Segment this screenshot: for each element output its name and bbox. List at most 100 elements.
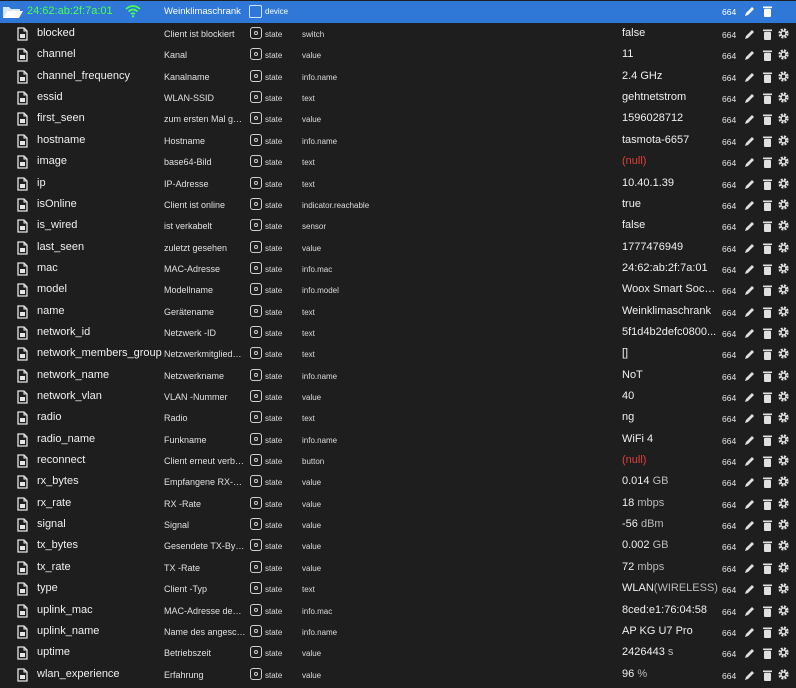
state-value[interactable]: (null) [622, 454, 718, 466]
pencil-icon[interactable] [743, 156, 756, 169]
state-row[interactable]: radio Radio state text ng 664 [0, 408, 796, 429]
state-row[interactable]: uplink_mac MAC-Adresse des Uplinks state in… [0, 601, 796, 622]
pencil-icon[interactable] [743, 92, 756, 105]
trash-icon[interactable] [761, 540, 774, 553]
state-value[interactable]: true [622, 198, 718, 210]
pencil-icon[interactable] [743, 519, 756, 532]
state-value[interactable]: 0.002 GB [622, 539, 718, 551]
gear-icon[interactable] [777, 112, 790, 125]
state-row[interactable]: uplink_name Name des angeschlossenen Upli… [0, 622, 796, 643]
state-row[interactable]: name Gerätename state text Weinklimaschrank 6… [0, 302, 796, 323]
state-value[interactable]: 5f1d4b2defc0800... [622, 326, 718, 338]
state-row[interactable]: signal Signal state value -56 dBm 664 [0, 515, 796, 536]
pencil-icon[interactable] [743, 583, 756, 596]
state-value[interactable]: gehtnetstrom [622, 91, 718, 103]
state-row[interactable]: rx_rate RX -Rate state value 18 mbps 664 [0, 494, 796, 515]
gear-icon[interactable] [777, 219, 790, 232]
gear-icon[interactable] [777, 475, 790, 488]
gear-icon[interactable] [777, 390, 790, 403]
state-value[interactable]: 10.40.1.39 [622, 177, 718, 189]
trash-icon[interactable] [761, 669, 774, 682]
pencil-icon[interactable] [743, 434, 756, 447]
state-row[interactable]: network_members_group Netzwerkmitgliederg… [0, 344, 796, 365]
state-row[interactable]: network_vlan VLAN -Nummer state value 40 664 [0, 387, 796, 408]
state-row[interactable]: channel_frequency Kanalname state info.name… [0, 67, 796, 88]
pencil-icon[interactable] [743, 284, 756, 297]
trash-icon[interactable] [761, 178, 774, 191]
state-value[interactable]: (null) [622, 155, 718, 167]
state-value[interactable]: 11 [622, 48, 718, 60]
state-value[interactable]: 40 [622, 390, 718, 402]
trash-icon[interactable] [761, 284, 774, 297]
trash-icon[interactable] [761, 92, 774, 105]
state-row[interactable]: tx_bytes Gesendete TX-Bytes state value 0.00… [0, 536, 796, 557]
folder-open-icon[interactable] [2, 5, 24, 19]
gear-icon[interactable] [777, 369, 790, 382]
state-row[interactable]: reconnect Client erneut verbinden state but… [0, 451, 796, 472]
pencil-icon[interactable] [743, 113, 756, 126]
state-row[interactable]: essid WLAN-SSID state text gehtnetstrom 664 [0, 88, 796, 109]
state-value[interactable]: [] [622, 347, 718, 359]
state-row[interactable]: tx_rate TX -Rate state value 72 mbps 664 [0, 558, 796, 579]
trash-icon[interactable] [761, 647, 774, 660]
gear-icon[interactable] [777, 604, 790, 617]
gear-icon[interactable] [777, 283, 790, 296]
state-value[interactable]: false [622, 27, 718, 39]
state-value[interactable]: 8ced:e1:76:04:58 [622, 604, 718, 616]
pencil-icon[interactable] [743, 412, 756, 425]
gear-icon[interactable] [777, 347, 790, 360]
trash-icon[interactable] [761, 263, 774, 276]
gear-icon[interactable] [777, 27, 790, 40]
state-value[interactable]: AP KG U7 Pro [622, 625, 718, 637]
state-row[interactable]: is_wired ist verkabelt state sensor false 664 [0, 216, 796, 237]
state-row[interactable]: last_seen zuletzt gesehen state value 177747… [0, 238, 796, 259]
state-row[interactable]: hostname Hostname state info.name tasmota-66… [0, 131, 796, 152]
state-row[interactable]: mac MAC-Adresse state info.mac 24:62:ab:2f:7… [0, 259, 796, 280]
trash-icon[interactable] [761, 113, 774, 126]
gear-icon[interactable] [777, 70, 790, 83]
state-row[interactable]: rx_bytes Empfangene RX-Bytes state value 0.0… [0, 472, 796, 493]
trash-icon[interactable] [761, 199, 774, 212]
trash-icon[interactable] [761, 135, 774, 148]
trash-icon[interactable] [761, 5, 774, 18]
trash-icon[interactable] [761, 583, 774, 596]
gear-icon[interactable] [777, 326, 790, 339]
gear-icon[interactable] [777, 48, 790, 61]
pencil-icon[interactable] [743, 28, 756, 41]
trash-icon[interactable] [761, 412, 774, 425]
trash-icon[interactable] [761, 476, 774, 489]
gear-icon[interactable] [777, 177, 790, 190]
pencil-icon[interactable] [743, 327, 756, 340]
state-value[interactable]: 2.4 GHz [622, 70, 718, 82]
pencil-icon[interactable] [743, 178, 756, 191]
gear-icon[interactable] [777, 241, 790, 254]
gear-icon[interactable] [777, 454, 790, 467]
pencil-icon[interactable] [743, 669, 756, 682]
state-row[interactable]: first_seen zum ersten Mal gesehen state val… [0, 109, 796, 130]
trash-icon[interactable] [761, 242, 774, 255]
state-value[interactable]: 96 % [622, 668, 718, 680]
pencil-icon[interactable] [743, 71, 756, 84]
gear-icon[interactable] [777, 433, 790, 446]
state-row[interactable]: image base64-Bild state text (null) 664 [0, 152, 796, 173]
state-row[interactable]: network_name Netzwerkname state info.name No… [0, 366, 796, 387]
gear-icon[interactable] [777, 646, 790, 659]
trash-icon[interactable] [761, 498, 774, 511]
state-value[interactable]: 72 mbps [622, 561, 718, 573]
trash-icon[interactable] [761, 306, 774, 319]
pencil-icon[interactable] [743, 391, 756, 404]
trash-icon[interactable] [761, 519, 774, 532]
state-row[interactable]: uptime Betriebszeit state value 2426443 s 664 [0, 643, 796, 664]
pencil-icon[interactable] [743, 605, 756, 618]
state-row[interactable]: type Client -Typ state text WLAN(WIRELESS) 66… [0, 579, 796, 600]
gear-icon[interactable] [777, 668, 790, 681]
pencil-icon[interactable] [743, 476, 756, 489]
state-row[interactable]: model Modellname state info.model Woox Smart… [0, 280, 796, 301]
trash-icon[interactable] [761, 370, 774, 383]
state-value[interactable]: WiFi 4 [622, 433, 718, 445]
state-row[interactable]: network_id Netzwerk -ID state text 5f1d4b2de… [0, 323, 796, 344]
trash-icon[interactable] [761, 156, 774, 169]
pencil-icon[interactable] [743, 370, 756, 383]
state-value[interactable]: Woox Smart Socket [622, 283, 718, 295]
trash-icon[interactable] [761, 327, 774, 340]
